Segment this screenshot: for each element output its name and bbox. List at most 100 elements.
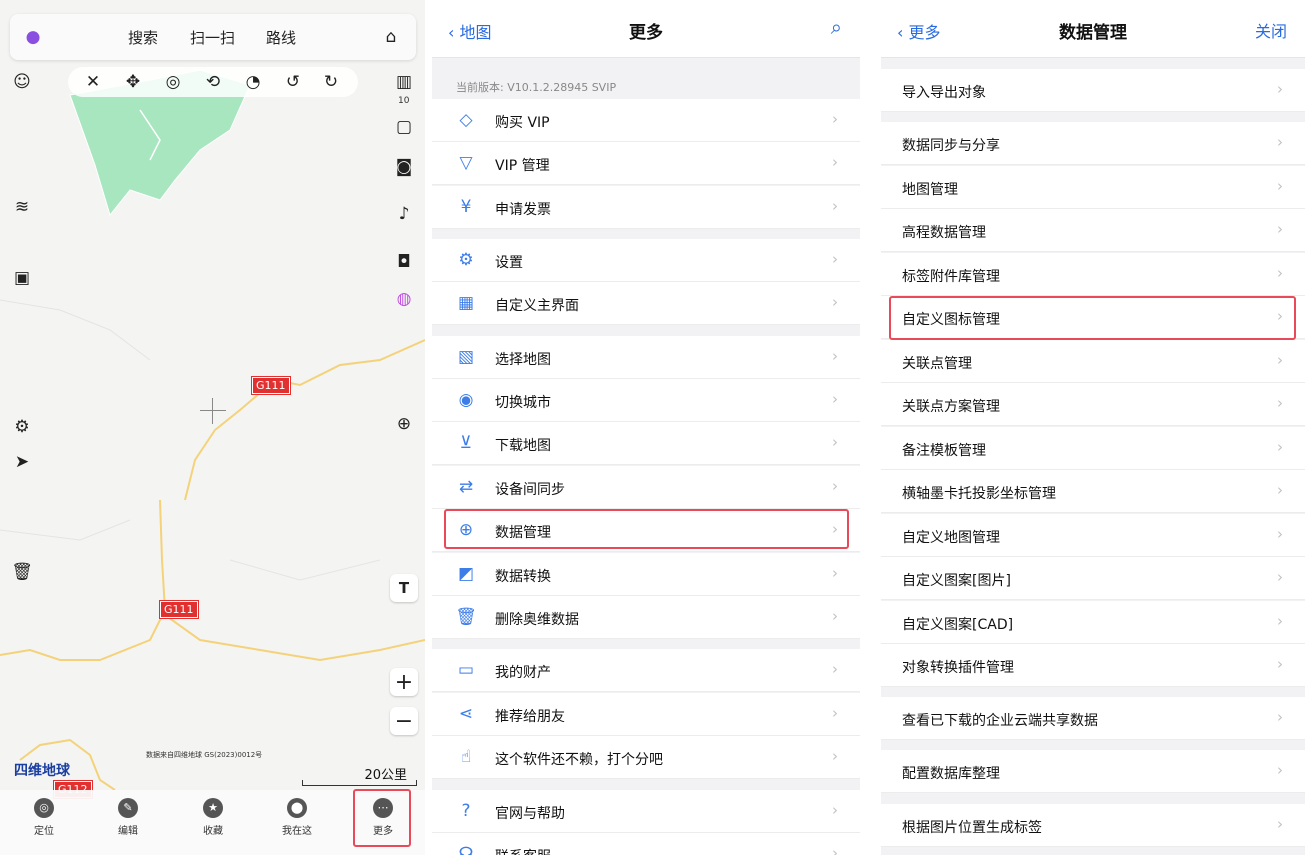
nav-edit[interactable]: ✎ 编辑	[98, 798, 158, 837]
edit-icon: ✎	[118, 798, 138, 818]
frame-icon[interactable]: ▢	[390, 113, 418, 141]
screenshot-icon[interactable]: ◘	[390, 248, 418, 276]
nav-bar: ‹ 更多 数据管理 关闭	[881, 0, 1305, 58]
home-icon[interactable]: ⌂	[378, 24, 404, 50]
data-manage-screen: ‹ 更多 数据管理 关闭 导入导出对象 › 数据同步与分享 › 地图管理 › 高程数据…	[881, 0, 1305, 855]
version-text: 当前版本: V10.1.2.28945 SVIP	[456, 81, 617, 94]
menu-item-switch-city[interactable]: ◉ 切换城市 ›	[432, 379, 860, 422]
data-item[interactable]: 根据图片位置生成标签 ›	[881, 804, 1305, 847]
menu-item-buy-vip[interactable]: ◇ 购买 VIP ›	[432, 99, 860, 142]
convert-icon: ◩	[457, 564, 475, 584]
measure-icon[interactable]: ◎	[160, 69, 186, 95]
map-layers-icon[interactable]: ▥	[390, 68, 418, 96]
group-icon[interactable]: ☺	[8, 68, 36, 96]
menu-item-invoice[interactable]: ¥ 申请发票 ›	[432, 186, 860, 229]
download-icon: ⊻	[459, 433, 473, 453]
crosshair	[200, 398, 226, 424]
zoom-in-button[interactable]: +	[390, 668, 418, 696]
data-item[interactable]: 自定义图案[图片] ›	[881, 557, 1305, 600]
zoom-out-button[interactable]: −	[390, 707, 418, 735]
highlight-box	[889, 296, 1296, 340]
scale-bar	[302, 780, 417, 786]
menu-item-download-map[interactable]: ⊻ 下载地图 ›	[432, 422, 860, 465]
data-item[interactable]: 导入导出对象 ›	[881, 69, 1305, 112]
record-icon[interactable]: ◍	[390, 285, 418, 313]
menu-item-recommend[interactable]: ⋖ 推荐给朋友 ›	[432, 693, 860, 736]
nav-here[interactable]: ⬤ 我在这	[267, 798, 327, 837]
menu-item-vip-manage[interactable]: ▽ VIP 管理 ›	[432, 142, 860, 185]
menu-item-help[interactable]: ? 官网与帮助 ›	[432, 790, 860, 833]
close-button[interactable]: 关闭	[1255, 18, 1287, 42]
map-topbar: ● 搜索 扫一扫 路线 ⌂	[10, 14, 416, 60]
route-button[interactable]: 路线	[266, 27, 296, 48]
map-toolbar: ✕ ✥ ◎ ⟲ ◔ ↺ ↻	[68, 67, 358, 97]
menu-item-delete-data[interactable]: 🗑 删除奥维数据 ›	[432, 596, 860, 639]
data-item[interactable]: 自定义地图管理 ›	[881, 514, 1305, 557]
nav-bar: ‹ 地图 更多 ⌕	[432, 0, 860, 58]
add-marker-icon[interactable]: ⊕	[390, 410, 418, 438]
data-item[interactable]: 数据同步与分享 ›	[881, 122, 1305, 165]
menu-item-data-convert[interactable]: ◩ 数据转换 ›	[432, 553, 860, 596]
thumbs-up-icon: ☝	[460, 747, 472, 767]
locate-icon: ◎	[34, 798, 54, 818]
text-tool-button[interactable]: T	[390, 574, 418, 602]
signal-icon[interactable]: ≋	[8, 193, 36, 221]
map-icon: ▧	[457, 347, 475, 367]
page-title: 数据管理	[1059, 23, 1127, 43]
data-item[interactable]: 关联点管理 ›	[881, 340, 1305, 383]
scan-button[interactable]: 扫一扫	[190, 27, 235, 48]
map-canvas[interactable]	[0, 0, 425, 855]
user-avatar-icon[interactable]: ●	[20, 24, 46, 50]
data-item[interactable]: 高程数据管理 ›	[881, 209, 1305, 252]
3d-view-icon[interactable]: ▣	[8, 264, 36, 292]
page-title: 更多	[629, 23, 663, 43]
support-icon: ☊	[458, 844, 474, 855]
refresh-right-icon[interactable]: ↻	[318, 69, 344, 95]
nav-label: 我在这	[282, 826, 312, 837]
vip-icon: ▽	[459, 153, 473, 173]
diamond-icon: ◇	[459, 110, 473, 130]
highlight-box	[353, 789, 411, 847]
map-screen: ● 搜索 扫一扫 路线 ⌂ ✕ ✥ ◎ ⟲ ◔ ↺ ↻ ☺ ≋ ▣ ⚙ ➤ 🗑 …	[0, 0, 425, 855]
data-item[interactable]: 对象转换插件管理 ›	[881, 644, 1305, 687]
data-item[interactable]: 横轴墨卡托投影坐标管理 ›	[881, 470, 1305, 513]
more-screen: ‹ 地图 更多 ⌕ 当前版本: V10.1.2.28945 SVIP ◇ 购买 V…	[432, 0, 860, 855]
menu-item-wallet[interactable]: ▭ 我的财产 ›	[432, 649, 860, 692]
nav-label: 编辑	[118, 826, 138, 837]
microphone-icon[interactable]: ♪	[390, 200, 418, 228]
search-button[interactable]: 搜索	[128, 27, 158, 48]
data-item[interactable]: 关联点方案管理 ›	[881, 383, 1305, 426]
rotate-icon[interactable]: ⟲	[200, 69, 226, 95]
data-item[interactable]: 配置数据库整理 ›	[881, 750, 1305, 793]
navigate-icon[interactable]: ➤	[8, 448, 36, 476]
layer-settings-icon[interactable]: ⚙	[8, 413, 36, 441]
data-item[interactable]: 备注模板管理 ›	[881, 427, 1305, 470]
menu-item-custom-ui[interactable]: ▦ 自定义主界面 ›	[432, 282, 860, 325]
menu-item-rate[interactable]: ☝ 这个软件还不赖，打个分吧 ›	[432, 736, 860, 779]
nav-locate[interactable]: ◎ 定位	[14, 798, 74, 837]
menu-item-support[interactable]: ☊联系客服›	[432, 833, 860, 855]
data-item[interactable]: 自定义图案[CAD] ›	[881, 601, 1305, 644]
data-item[interactable]: 地图管理 ›	[881, 166, 1305, 209]
road-label: G111	[251, 376, 291, 395]
nav-favorites[interactable]: ★ 收藏	[183, 798, 243, 837]
nav-label: 收藏	[203, 826, 223, 837]
refresh-left-icon[interactable]: ↺	[280, 69, 306, 95]
tools-icon[interactable]: ✕	[80, 69, 106, 95]
sync-icon: ⇄	[458, 477, 474, 497]
menu-item-settings[interactable]: ⚙ 设置 ›	[432, 239, 860, 282]
menu-item-device-sync[interactable]: ⇄ 设备间同步 ›	[432, 466, 860, 509]
camera-icon[interactable]: ◙	[390, 153, 418, 181]
data-item[interactable]: 查看已下载的企业云端共享数据 ›	[881, 697, 1305, 740]
menu-item-select-map[interactable]: ▧ 选择地图 ›	[432, 336, 860, 379]
star-icon: ★	[203, 798, 223, 818]
data-item[interactable]: 标签附件库管理 ›	[881, 253, 1305, 296]
trash-icon[interactable]: 🗑	[8, 558, 36, 586]
pin-icon: ⬤	[287, 798, 307, 818]
city-icon: ◉	[458, 390, 474, 410]
highlight-box	[444, 509, 849, 549]
move-icon[interactable]: ✥	[120, 69, 146, 95]
compass-icon[interactable]: ◔	[240, 69, 266, 95]
brand-logo: 四维地球	[14, 763, 70, 779]
search-icon[interactable]: ⌕	[831, 15, 842, 39]
